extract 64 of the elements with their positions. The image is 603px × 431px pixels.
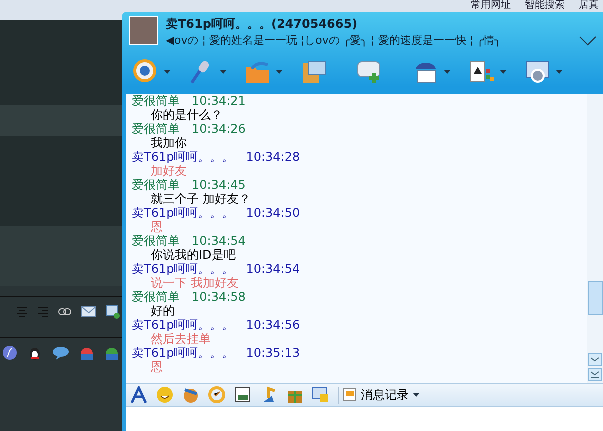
sender-name: 爱很简单 <box>132 234 180 248</box>
message-time: 10:34:21 <box>192 94 246 108</box>
sender-name: 卖T61p呵呵。。。 <box>132 150 234 164</box>
sender-name: 卖T61p呵呵。。。 <box>132 206 234 220</box>
link-icon[interactable] <box>58 307 72 317</box>
caret-icon[interactable] <box>164 70 171 74</box>
envelope-icon[interactable] <box>81 305 97 319</box>
message-text: 然后去挂单 <box>150 332 212 346</box>
scroll-thumb[interactable] <box>588 281 602 315</box>
media-file-icon[interactable] <box>104 345 120 361</box>
message-time: 10:35:13 <box>246 346 300 360</box>
message-text: 你说我的ID是吧 <box>150 248 237 262</box>
message-time: 10:34:45 <box>192 178 246 192</box>
message-time: 10:34:56 <box>246 318 300 332</box>
scroll-bottom-icon[interactable] <box>588 368 602 381</box>
message-text: 恩 <box>150 220 164 234</box>
avatar-photo-placeholder <box>129 16 158 45</box>
message-text: 恩 <box>150 360 164 374</box>
picture-icon[interactable] <box>234 386 252 404</box>
image-add-icon[interactable] <box>106 305 120 319</box>
font-icon[interactable] <box>130 386 148 404</box>
sender-name: 卖T61p呵呵。。。 <box>132 346 234 360</box>
message-history-button[interactable]: 消息记录 <box>338 386 424 404</box>
sender-name: 爱很简单 <box>132 122 180 136</box>
history-icon <box>343 388 357 402</box>
scrollbar[interactable] <box>587 94 603 383</box>
message-time: 10:34:50 <box>246 206 300 220</box>
speech-bubble-icon[interactable] <box>52 346 70 360</box>
cards-icon[interactable] <box>468 59 496 85</box>
caret-icon[interactable] <box>500 70 507 74</box>
message-text: 你的是什么？ <box>150 108 224 122</box>
caret-icon <box>413 393 420 397</box>
bookmark-link[interactable]: 居真 <box>579 0 599 12</box>
flash-icon[interactable] <box>2 345 18 361</box>
contact-signature: ◀ovの ¦ 愛的姓名是一一玩 ¦しovの ╭愛╮ ¦ 愛的速度是一一快 ¦ ╭情╮ <box>166 33 502 48</box>
message-time: 10:34:54 <box>246 262 300 276</box>
bookmark-link[interactable]: 常用网址 <box>471 0 511 12</box>
scroll-down-icon[interactable] <box>588 353 602 366</box>
penguin-icon[interactable] <box>27 345 43 361</box>
message-text: 好的 <box>150 304 176 318</box>
caret-icon[interactable] <box>556 70 563 74</box>
message-time: 10:34:54 <box>192 234 246 248</box>
sender-name: 卖T61p呵呵。。。 <box>132 318 234 332</box>
message-text: 加好友 <box>150 164 188 178</box>
sender-name: 卖T61p呵呵。。。 <box>132 262 234 276</box>
smile-icon[interactable] <box>156 386 174 404</box>
chevron-down-icon[interactable] <box>579 36 597 46</box>
message-input-field[interactable] <box>126 406 603 431</box>
message-time: 10:34:26 <box>192 122 246 136</box>
contact-name: 卖T61p呵呵。。。(247054665) <box>166 16 359 33</box>
sender-name: 爱很简单 <box>132 178 180 192</box>
message-text: 说一下 我加好友 <box>150 276 240 290</box>
caret-icon[interactable] <box>276 70 283 74</box>
message-time: 10:34:58 <box>192 290 246 304</box>
caret-icon[interactable] <box>444 70 451 74</box>
message-time: 10:34:28 <box>246 150 300 164</box>
sender-name: 爱很简单 <box>132 290 180 304</box>
screen-icon[interactable] <box>312 386 330 404</box>
bookmark-link[interactable]: 智能搜索 <box>525 0 565 12</box>
sender-name: 爱很简单 <box>132 94 180 108</box>
caret-icon[interactable] <box>220 70 227 74</box>
message-text: 我加你 <box>150 136 188 150</box>
media-file-icon[interactable] <box>79 345 95 361</box>
message-text: 就三个子 加好友？ <box>150 192 252 206</box>
